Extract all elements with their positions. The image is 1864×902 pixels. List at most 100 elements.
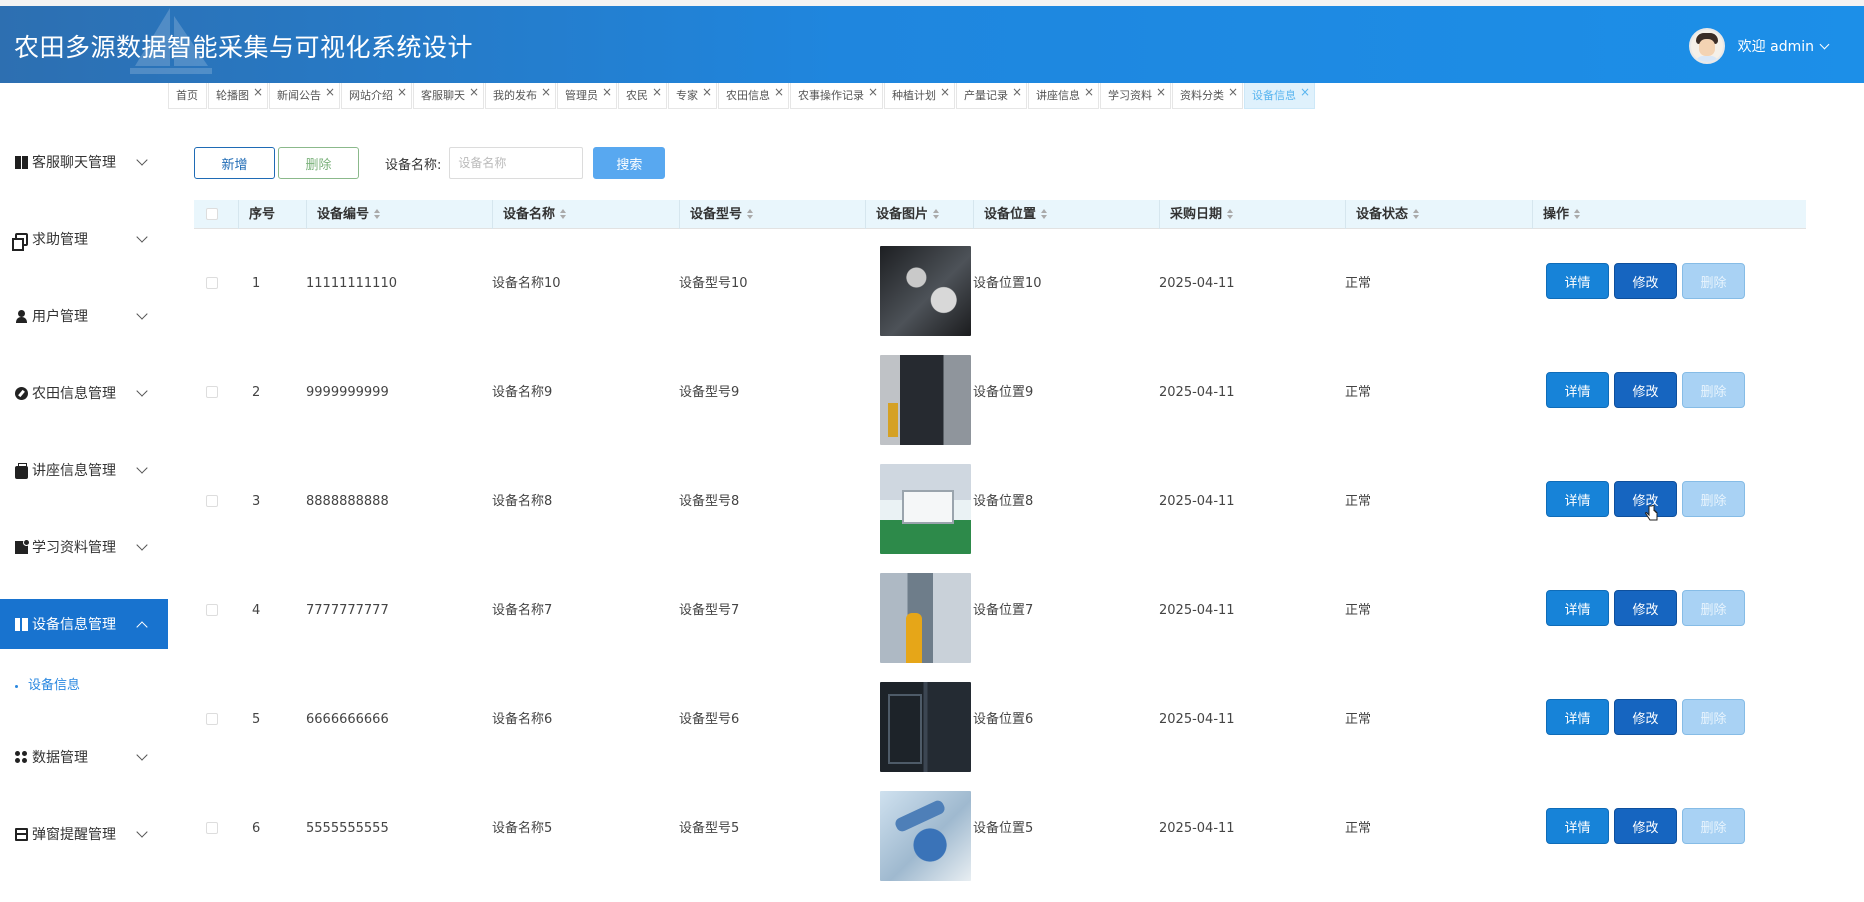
tab-close-icon[interactable]: × <box>325 79 335 105</box>
welcome-label[interactable]: 欢迎 admin <box>1738 36 1814 56</box>
sort-icon[interactable] <box>374 209 381 219</box>
avatar[interactable] <box>1688 28 1725 64</box>
sidebar-item[interactable]: 求助管理 <box>0 214 168 264</box>
tab-item[interactable]: 学习资料 × <box>1100 83 1171 109</box>
tab-item[interactable]: 轮播图 × <box>208 83 268 109</box>
device-image[interactable] <box>880 246 971 336</box>
detail-button[interactable]: 详情 <box>1546 372 1609 408</box>
sort-icon[interactable] <box>1041 209 1048 219</box>
device-image[interactable] <box>880 355 971 445</box>
edit-button[interactable]: 修改 <box>1614 263 1677 299</box>
tab-item[interactable]: 农事操作记录 × <box>790 83 883 109</box>
tab-close-icon[interactable]: × <box>1012 79 1022 105</box>
tab-close-icon[interactable]: × <box>940 79 950 105</box>
tab-label[interactable]: 产量记录 <box>964 89 1008 102</box>
device-image[interactable] <box>880 682 971 772</box>
sidebar-item[interactable]: 讲座信息管理 <box>0 445 168 495</box>
delete-button[interactable]: 删除 <box>1682 699 1745 735</box>
sidebar-item[interactable]: 数据管理 <box>0 732 168 782</box>
tab-label[interactable]: 首页 <box>176 89 198 102</box>
tab-label[interactable]: 专家 <box>676 89 698 102</box>
tab-close-icon[interactable]: × <box>469 79 479 105</box>
chevron-down-icon[interactable] <box>136 154 148 166</box>
tab-label[interactable]: 讲座信息 <box>1036 89 1080 102</box>
delete-button[interactable]: 删除 <box>1682 590 1745 626</box>
user-menu[interactable]: 欢迎 admin <box>1688 28 1830 64</box>
tab-item[interactable]: 新闻公告 × <box>269 83 340 109</box>
sort-icon[interactable] <box>1227 209 1234 219</box>
chevron-down-icon[interactable] <box>136 231 148 243</box>
sidebar-item[interactable]: 农田信息管理 <box>0 368 168 418</box>
tab-close-icon[interactable]: × <box>541 79 551 105</box>
tab-close-icon[interactable]: × <box>868 79 878 105</box>
device-image[interactable] <box>880 791 971 881</box>
delete-button[interactable]: 删除 <box>1682 372 1745 408</box>
chevron-down-icon[interactable] <box>136 308 148 320</box>
tab-item[interactable]: 讲座信息 × <box>1028 83 1099 109</box>
tab-close-icon[interactable]: × <box>1300 79 1310 105</box>
chevron-down-icon[interactable] <box>136 826 148 838</box>
tab-label[interactable]: 资料分类 <box>1180 89 1224 102</box>
delete-button[interactable]: 删除 <box>1682 808 1745 844</box>
sidebar-item[interactable]: 设备信息管理 <box>0 599 168 649</box>
tab-close-icon[interactable]: × <box>774 79 784 105</box>
column-header-status[interactable]: 设备状态 <box>1345 200 1531 229</box>
tab-label[interactable]: 网站介绍 <box>349 89 393 102</box>
tab-close-icon[interactable]: × <box>1228 79 1238 105</box>
column-header-actions[interactable]: 操作 <box>1532 200 1806 229</box>
column-header-date[interactable]: 采购日期 <box>1159 200 1345 229</box>
row-checkbox[interactable] <box>206 604 218 616</box>
tab-item[interactable]: 资料分类 × <box>1172 83 1243 109</box>
device-image[interactable] <box>880 464 971 554</box>
tab-close-icon[interactable]: × <box>702 79 712 105</box>
chevron-up-icon[interactable] <box>136 621 148 633</box>
tab-label[interactable]: 我的发布 <box>493 89 537 102</box>
tab-label[interactable]: 管理员 <box>565 89 598 102</box>
tab-close-icon[interactable]: × <box>397 79 407 105</box>
tab-item[interactable]: 客服聊天 × <box>413 83 484 109</box>
tab-item[interactable]: 农田信息 × <box>718 83 789 109</box>
sidebar-item[interactable]: 弹窗提醒管理 <box>0 809 168 859</box>
detail-button[interactable]: 详情 <box>1546 699 1609 735</box>
row-checkbox[interactable] <box>206 713 218 725</box>
edit-button[interactable]: 修改 <box>1614 699 1677 735</box>
row-checkbox[interactable] <box>206 822 218 834</box>
search-input[interactable] <box>449 147 584 179</box>
tab-label[interactable]: 农田信息 <box>726 89 770 102</box>
row-checkbox[interactable] <box>206 386 218 398</box>
sidebar-item[interactable]: 用户管理 <box>0 291 168 341</box>
column-header-location[interactable]: 设备位置 <box>973 200 1159 229</box>
detail-button[interactable]: 详情 <box>1546 590 1609 626</box>
chevron-down-icon[interactable] <box>1819 39 1830 49</box>
sidebar-item[interactable]: 客服聊天管理 <box>0 137 168 187</box>
tab-label[interactable]: 客服聊天 <box>421 89 465 102</box>
search-button[interactable]: 搜索 <box>593 147 666 179</box>
tab-item[interactable]: 产量记录 × <box>956 83 1027 109</box>
sidebar-subitem-device-info[interactable]: 设备信息 <box>0 671 168 701</box>
sort-icon[interactable] <box>747 209 754 219</box>
column-header-model[interactable]: 设备型号 <box>679 200 865 229</box>
tab-close-icon[interactable]: × <box>602 79 612 105</box>
tab-label[interactable]: 种植计划 <box>892 89 936 102</box>
row-checkbox[interactable] <box>206 277 218 289</box>
column-header-image[interactable]: 设备图片 <box>865 200 973 229</box>
tab-label[interactable]: 农事操作记录 <box>798 89 864 102</box>
tab-item[interactable]: 设备信息 × <box>1244 83 1315 109</box>
select-all-checkbox[interactable] <box>206 208 218 220</box>
sidebar-item[interactable]: 学习资料管理 <box>0 522 168 572</box>
tab-close-icon[interactable]: × <box>1156 79 1166 105</box>
edit-button[interactable]: 修改 <box>1614 808 1677 844</box>
device-image[interactable] <box>880 573 971 663</box>
detail-button[interactable]: 详情 <box>1546 808 1609 844</box>
tab-item[interactable]: 种植计划 × <box>884 83 955 109</box>
sort-icon[interactable] <box>933 209 940 219</box>
tab-close-icon[interactable]: × <box>1084 79 1094 105</box>
tab-close-icon[interactable]: × <box>652 79 662 105</box>
tab-label[interactable]: 农民 <box>626 89 648 102</box>
detail-button[interactable]: 详情 <box>1546 263 1609 299</box>
column-header-name[interactable]: 设备名称 <box>492 200 678 229</box>
delete-button[interactable]: 删除 <box>1682 481 1745 517</box>
sort-icon[interactable] <box>1413 209 1420 219</box>
column-header-code[interactable]: 设备编号 <box>306 200 492 229</box>
tab-item[interactable]: 首页 <box>168 83 207 109</box>
